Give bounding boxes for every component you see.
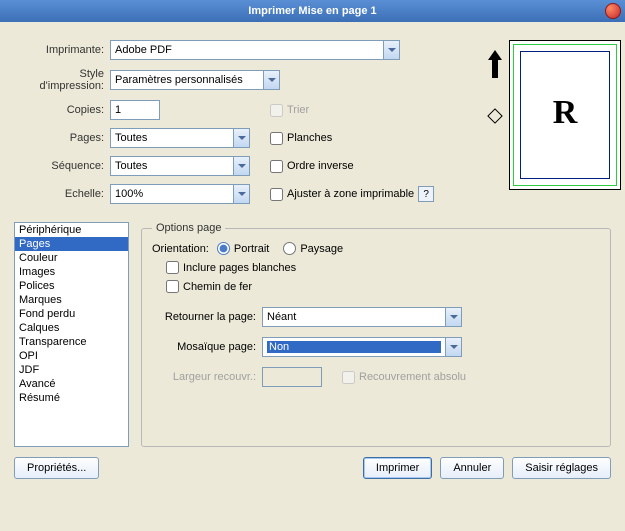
radio-paysage[interactable] (283, 242, 296, 255)
label-orientation: Orientation: (152, 243, 217, 255)
label-sequence: Séquence: (14, 160, 110, 172)
label-retourner: Retourner la page: (152, 311, 262, 323)
select-pages[interactable]: Toutes (110, 128, 250, 148)
window-title: Imprimer Mise en page 1 (248, 5, 376, 17)
label-echelle: Echelle: (14, 188, 110, 200)
list-item[interactable]: Pages (15, 237, 128, 251)
list-item[interactable]: Polices (15, 279, 128, 293)
options-page-group: Options page Orientation: Portrait Paysa… (141, 222, 611, 447)
checkbox-inclure-blanches[interactable] (166, 261, 179, 274)
chevron-down-icon (233, 157, 249, 175)
preview-letter: R (553, 94, 578, 132)
chevron-down-icon (233, 185, 249, 203)
label-pages: Pages: (14, 132, 110, 144)
checkbox-ajuster[interactable] (270, 188, 283, 201)
list-item[interactable]: Résumé (15, 391, 128, 405)
select-echelle[interactable]: 100% (110, 184, 250, 204)
list-item[interactable]: Marques (15, 293, 128, 307)
label-largeur: Largeur recouvr.: (152, 371, 262, 383)
list-item[interactable]: Avancé (15, 377, 128, 391)
proprietes-button[interactable]: Propriétés... (14, 457, 99, 479)
arrow-up-icon[interactable] (488, 50, 502, 78)
checkbox-ordre-inverse[interactable] (270, 160, 283, 173)
rotate-icon[interactable] (487, 108, 503, 127)
label-mosaique: Mosaïque page: (152, 341, 262, 353)
saisir-button[interactable]: Saisir réglages (512, 457, 611, 479)
select-mosaique[interactable]: Non (262, 337, 462, 357)
select-style[interactable]: Paramètres personnalisés (110, 70, 280, 90)
list-item[interactable]: Couleur (15, 251, 128, 265)
label-copies: Copies: (14, 104, 110, 116)
select-imprimante[interactable]: Adobe PDF (110, 40, 400, 60)
close-icon[interactable] (605, 3, 621, 19)
checkbox-trier (270, 104, 283, 117)
page-preview: R (509, 40, 621, 190)
list-item[interactable]: JDF (15, 363, 128, 377)
checkbox-planches[interactable] (270, 132, 283, 145)
select-sequence[interactable]: Toutes (110, 156, 250, 176)
list-item[interactable]: Images (15, 265, 128, 279)
options-legend: Options page (152, 222, 225, 234)
label-imprimante: Imprimante: (14, 44, 110, 56)
chevron-down-icon (383, 41, 399, 59)
checkbox-chemin-fer[interactable] (166, 280, 179, 293)
chevron-down-icon (445, 338, 461, 356)
chevron-down-icon (445, 308, 461, 326)
list-item[interactable]: Calques (15, 321, 128, 335)
annuler-button[interactable]: Annuler (440, 457, 504, 479)
list-item[interactable]: Transparence (15, 335, 128, 349)
help-button[interactable]: ? (418, 186, 434, 202)
chevron-down-icon (233, 129, 249, 147)
checkbox-recouvrement (342, 371, 355, 384)
input-largeur (262, 367, 322, 387)
select-retourner[interactable]: Néant (262, 307, 462, 327)
list-item[interactable]: OPI (15, 349, 128, 363)
list-item[interactable]: Fond perdu (15, 307, 128, 321)
list-item[interactable]: Périphérique (15, 223, 128, 237)
imprimer-button[interactable]: Imprimer (363, 457, 432, 479)
input-copies[interactable]: 1 (110, 100, 160, 120)
category-listbox[interactable]: PériphériquePagesCouleurImagesPolicesMar… (14, 222, 129, 447)
title-bar: Imprimer Mise en page 1 (0, 0, 625, 22)
chevron-down-icon (263, 71, 279, 89)
label-style: Style d'impression: (14, 68, 110, 92)
radio-portrait[interactable] (217, 242, 230, 255)
